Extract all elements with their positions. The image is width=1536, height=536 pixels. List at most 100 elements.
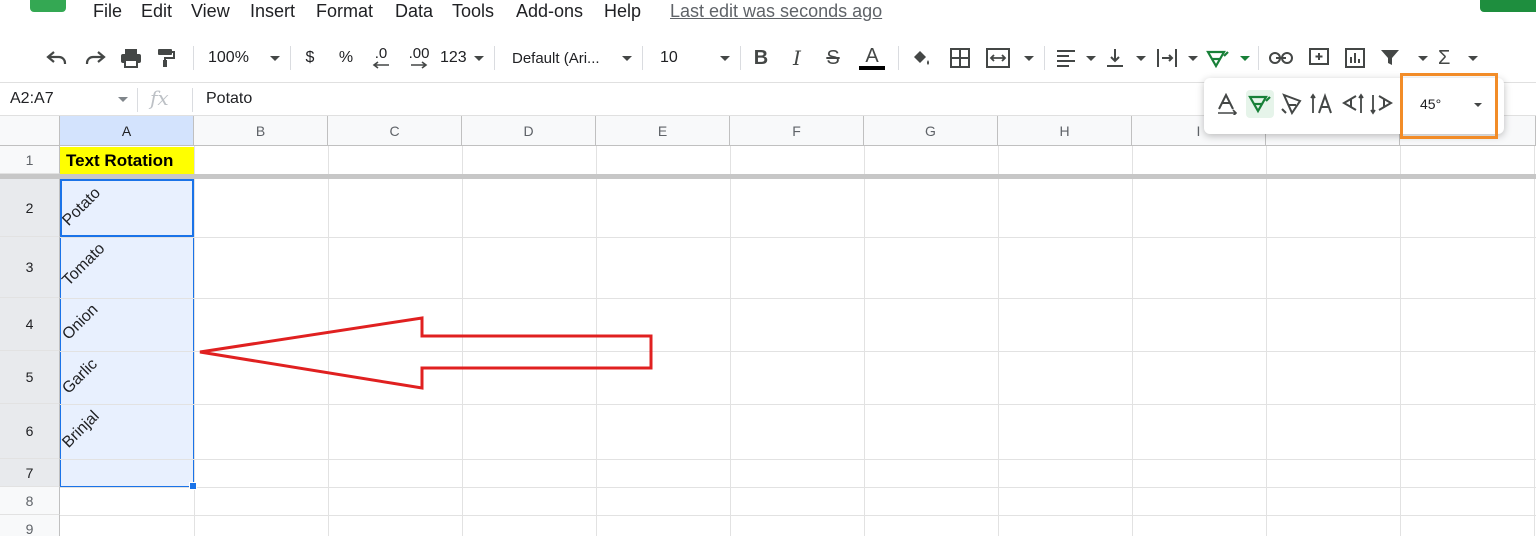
select-all-corner[interactable] [0,116,60,146]
row-header-9[interactable]: 9 [0,515,60,536]
borders-icon[interactable] [947,44,973,72]
row-header-3[interactable]: 3 [0,237,60,298]
undo-icon[interactable] [44,44,70,72]
horizontal-align-icon[interactable] [1056,44,1096,72]
chevron-down-icon[interactable] [1474,103,1482,107]
chevron-down-icon [1086,55,1096,61]
column-header-e[interactable]: E [596,116,730,146]
percent-format-button[interactable]: % [336,44,356,72]
menu-help[interactable]: Help [604,1,641,22]
formula-input[interactable]: Potato [206,90,252,108]
filter-icon[interactable] [1380,44,1428,72]
gridline [730,146,731,536]
more-formats-label: 123 [440,49,467,66]
sheets-logo[interactable] [30,0,66,12]
row-header-8[interactable]: 8 [0,487,60,515]
chevron-down-icon [622,55,632,61]
zoom-select[interactable]: 100% [208,44,280,72]
formula-divider [137,88,138,112]
font-size-value: 10 [660,49,678,66]
insert-comment-icon[interactable] [1306,44,1332,72]
fill-color-icon[interactable] [908,44,934,72]
insert-chart-icon[interactable] [1342,44,1368,72]
share-button[interactable] [1480,0,1536,12]
fx-icon: fx [150,86,169,110]
more-formats-select[interactable]: 123 [440,44,484,72]
chevron-down-icon [1418,55,1428,61]
column-header-g[interactable]: G [864,116,998,146]
print-icon[interactable] [118,44,144,72]
font-family-select[interactable]: Default (Ari... [512,44,632,72]
increase-decimal-button[interactable]: .00 [403,44,435,72]
column-header-b[interactable]: B [194,116,328,146]
cell-a1[interactable]: Text Rotation [60,147,194,174]
column-header-c[interactable]: C [328,116,462,146]
row-header-5[interactable]: 5 [0,351,60,404]
column-header-f[interactable]: F [730,116,864,146]
merge-cells-icon[interactable] [986,44,1034,72]
row-header-1[interactable]: 1 [0,146,60,174]
menu-edit[interactable]: Edit [141,1,172,22]
column-header-d[interactable]: D [462,116,596,146]
vertical-align-icon[interactable] [1106,44,1146,72]
redo-icon[interactable] [82,44,108,72]
rotation-rotate-down-icon[interactable] [1368,90,1396,118]
row-header-2[interactable]: 2 [0,179,60,237]
rotation-angle-select[interactable]: 45° [1420,96,1441,112]
gridline [60,459,1536,460]
chevron-down-icon[interactable] [118,97,128,102]
chevron-down-icon [1188,55,1198,61]
chevron-down-icon [270,55,280,61]
functions-icon[interactable]: Σ [1438,44,1478,72]
column-header-a[interactable]: A [60,116,194,146]
zoom-value: 100% [208,49,249,66]
gridline [60,404,1536,405]
gridline [60,487,1536,488]
frozen-row-divider[interactable] [0,174,1536,179]
active-cell-outline [60,179,194,237]
font-family-value: Default (Ari... [512,49,600,67]
menu-bar: File Edit View Insert Format Data Tools … [0,0,1536,28]
gridline [1534,146,1535,536]
text-rotation-icon[interactable] [1206,44,1250,72]
column-header-h[interactable]: H [998,116,1132,146]
formula-divider [192,88,193,112]
text-color-icon[interactable]: A [858,44,886,72]
name-box[interactable]: A2:A7 [10,90,54,108]
row-header-7[interactable]: 7 [0,459,60,487]
rotation-rotate-up-icon[interactable] [1338,90,1366,118]
row-header-4[interactable]: 4 [0,298,60,351]
menu-data[interactable]: Data [395,1,433,22]
menu-view[interactable]: View [191,1,230,22]
decrease-decimal-label: .0 [374,45,388,62]
paint-format-icon[interactable] [154,44,178,72]
toolbar: 100% $ % .0 .00 123 Default (Ari... 10 B… [0,36,1536,80]
menu-add-ons[interactable]: Add-ons [516,1,583,22]
text-wrapping-icon[interactable] [1156,44,1198,72]
rotation-stack-vertically-icon[interactable] [1308,90,1336,118]
last-edit-link[interactable]: Last edit was seconds ago [670,1,882,22]
rotation-none-icon[interactable] [1214,90,1242,118]
insert-link-icon[interactable] [1268,44,1294,72]
gridline [60,351,1536,352]
menu-tools[interactable]: Tools [452,1,494,22]
rotation-tilt-up-icon[interactable] [1246,90,1274,118]
currency-format-button[interactable]: $ [300,44,320,72]
toolbar-divider [494,46,495,70]
italic-icon[interactable]: I [786,44,808,72]
toolbar-divider [1044,46,1045,70]
menu-insert[interactable]: Insert [250,1,295,22]
font-size-select[interactable]: 10 [660,44,730,72]
rotation-tilt-down-icon[interactable] [1278,90,1306,118]
bold-icon[interactable]: B [750,44,772,72]
gridline [462,146,463,536]
fill-handle[interactable] [189,482,197,490]
gridline [1266,146,1267,536]
row-header-6[interactable]: 6 [0,404,60,459]
menu-file[interactable]: File [93,1,122,22]
decrease-decimal-button[interactable]: .0 [367,44,395,72]
gridline [194,146,195,536]
gridline [60,237,1536,238]
strikethrough-icon[interactable]: S [822,44,844,72]
menu-format[interactable]: Format [316,1,373,22]
